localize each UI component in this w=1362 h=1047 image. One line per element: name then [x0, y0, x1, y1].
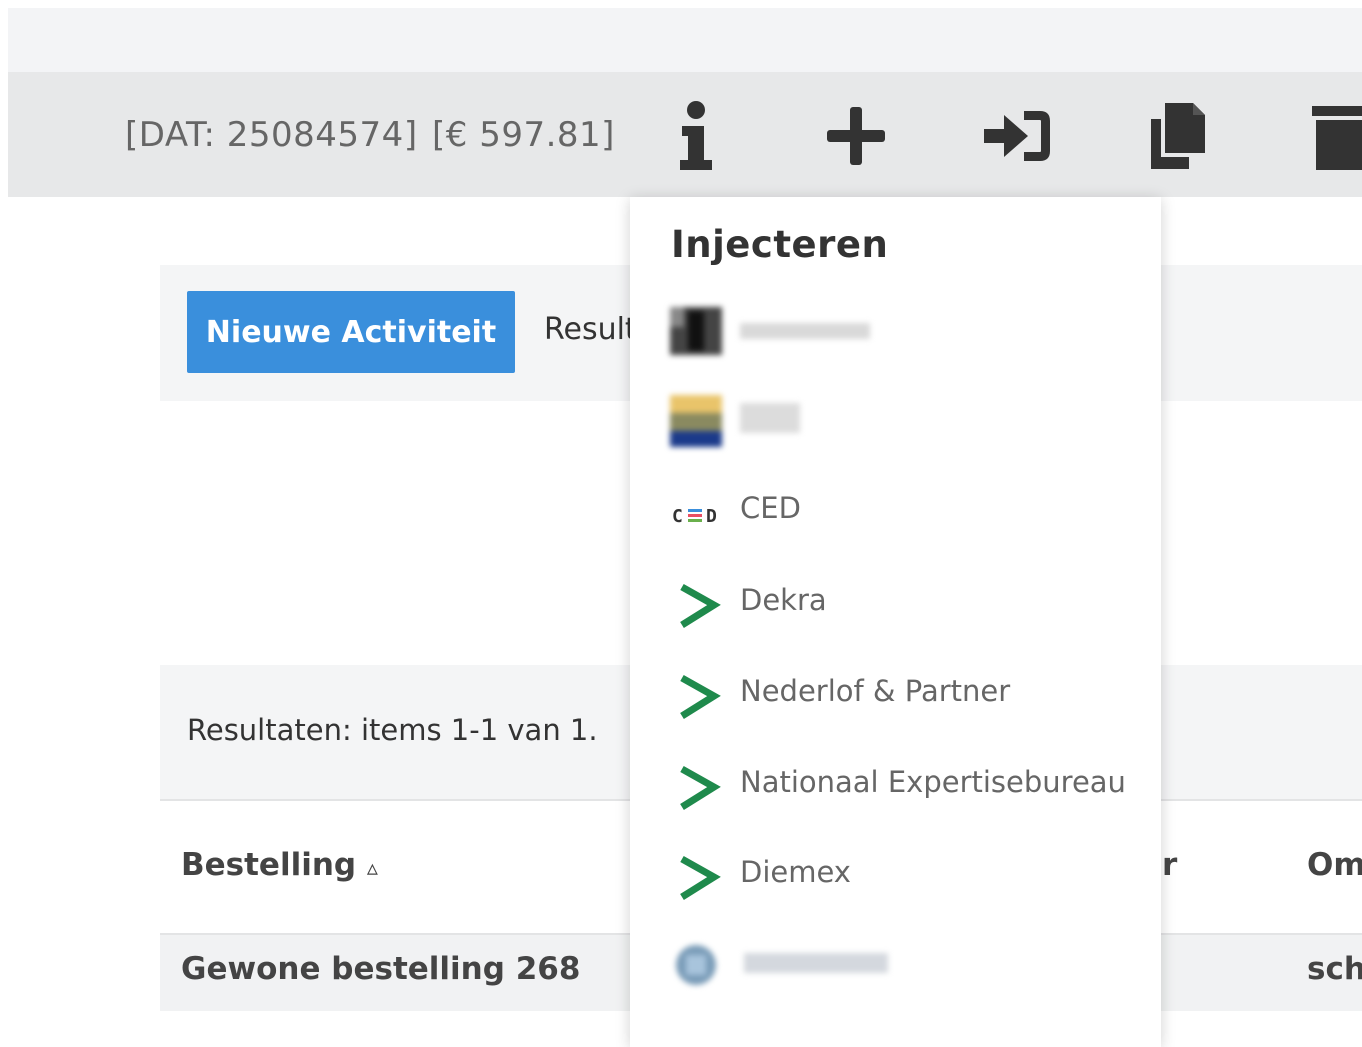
sort-ascending-icon: ▵	[366, 856, 378, 881]
cell-bestelling[interactable]: Gewone bestelling 268	[181, 951, 580, 987]
results-label-partial: Result	[544, 312, 637, 347]
dropdown-item-label: Nederlof & Partner	[740, 674, 1011, 708]
price-label: [€ 597.81]	[432, 115, 615, 155]
column-header-partial[interactable]: r	[1162, 847, 1177, 883]
redacted-label	[740, 403, 800, 433]
column-header-om[interactable]: Om	[1307, 847, 1362, 883]
column-header-label: Bestelling	[181, 847, 357, 883]
svg-text:C: C	[672, 506, 683, 527]
dropdown-item-ced[interactable]: C D CED	[668, 485, 1148, 545]
dropdown-item-nationaal-expertisebureau[interactable]: Nationaal Expertisebureau	[668, 759, 1148, 819]
dropdown-item-label: CED	[740, 491, 801, 525]
svg-text:D: D	[706, 506, 717, 527]
dropdown-item-redacted-2[interactable]	[668, 391, 1148, 451]
redacted-logo-icon	[668, 391, 728, 451]
redacted-logo-icon	[668, 301, 728, 361]
new-activity-button[interactable]: Nieuwe Activiteit	[187, 291, 515, 373]
dropdown-item-redacted-1[interactable]	[668, 301, 1148, 361]
dropdown-item-redacted-3[interactable]	[668, 937, 1148, 997]
dropdown-item-dekra[interactable]: Dekra	[668, 577, 1148, 637]
dropdown-title: Injecteren	[671, 223, 889, 266]
copy-icon[interactable]	[1140, 100, 1212, 172]
dropdown-item-label: Diemex	[740, 855, 851, 889]
trash-icon[interactable]	[1298, 100, 1362, 172]
results-summary: Resultaten: items 1-1 van 1.	[187, 713, 598, 747]
redacted-logo-icon	[668, 937, 728, 997]
inject-dropdown-menu: Injecteren C D CED Dekra Nederlof & Part…	[630, 197, 1161, 1047]
dropdown-item-diemex[interactable]: Diemex	[668, 849, 1148, 909]
green-arrow-icon	[668, 759, 728, 819]
plus-icon[interactable]	[820, 100, 892, 172]
cell-om: sch	[1307, 951, 1362, 987]
ced-logo-icon: C D	[668, 485, 728, 545]
info-icon[interactable]	[660, 100, 732, 172]
green-arrow-icon	[668, 668, 728, 728]
redacted-label	[740, 323, 870, 339]
column-header-bestelling[interactable]: Bestelling ▵	[181, 847, 378, 883]
redacted-label	[744, 953, 888, 973]
dat-label: [DAT: 25084574]	[125, 115, 418, 155]
sign-in-icon[interactable]	[982, 100, 1054, 172]
green-arrow-icon	[668, 849, 728, 909]
top-strip	[8, 8, 1362, 72]
dropdown-item-label: Nationaal Expertisebureau	[740, 765, 1126, 799]
dropdown-item-nederlof-partner[interactable]: Nederlof & Partner	[668, 668, 1148, 728]
dropdown-item-label: Dekra	[740, 583, 827, 617]
green-arrow-icon	[668, 577, 728, 637]
